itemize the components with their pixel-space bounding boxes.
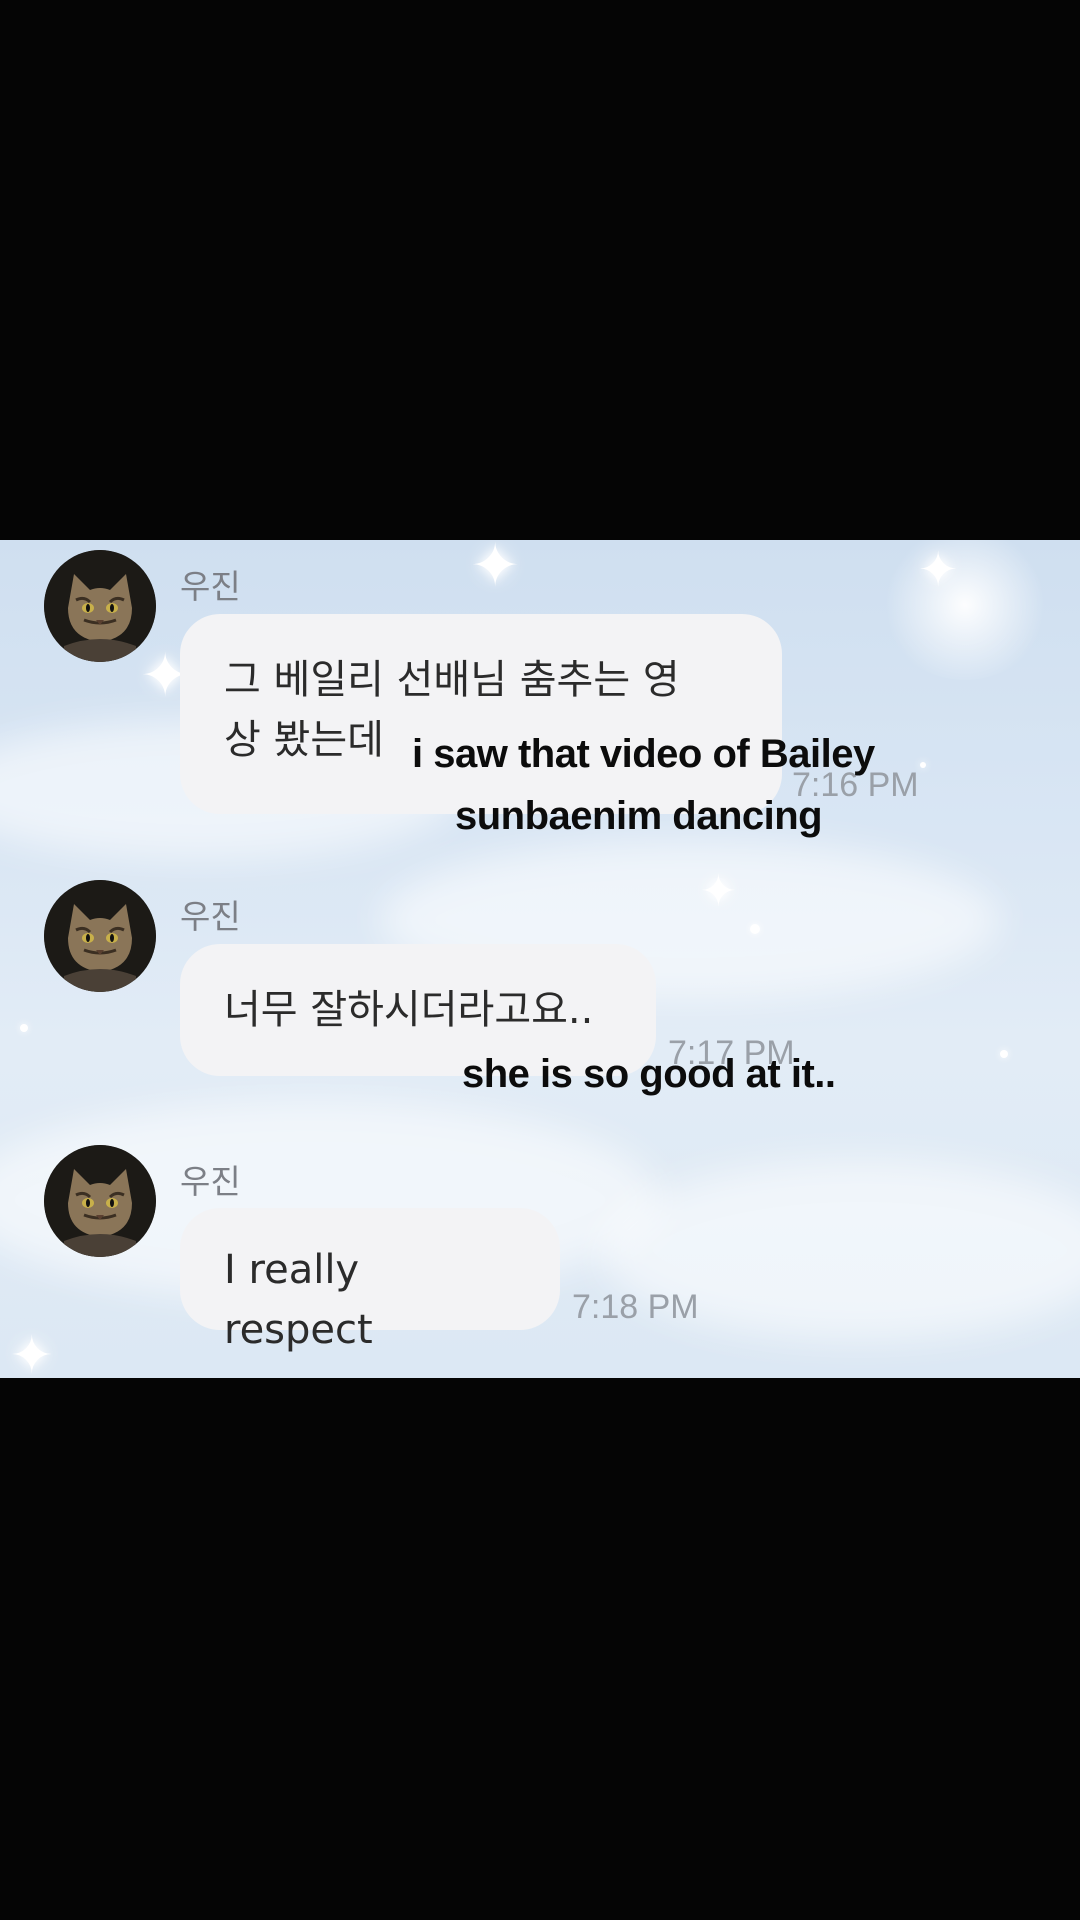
message-text-line: 그 베일리 선배님 춤추는 영: [224, 657, 680, 703]
sparkle-icon: ✦: [10, 1326, 54, 1378]
subtitle-caption: i saw that video of Bailey: [412, 732, 875, 776]
sparkle-dot: [920, 762, 926, 768]
message-bubble[interactable]: I really respect: [180, 1208, 560, 1353]
sender-name: 우진: [180, 1162, 241, 1201]
cat-avatar-icon[interactable]: [44, 880, 156, 992]
cat-avatar-icon[interactable]: [44, 550, 156, 662]
subtitle-caption: sunbaenim dancing: [455, 794, 823, 838]
sparkle-dot: [20, 1024, 28, 1032]
message-timestamp: 7:18 PM: [572, 1288, 699, 1326]
background-glow: [880, 540, 1050, 680]
cat-avatar-icon[interactable]: [44, 1145, 156, 1257]
sparkle-icon: ✦: [918, 542, 959, 598]
sparkle-icon: ✦: [700, 866, 737, 917]
message-text: 너무 잘하시더라고요..: [224, 987, 594, 1033]
chat-screenshot: ✦ ✦ ✦ ✦ ✦ 우진 그 베일리 선배님 춤추는 영 상 봤는데 7:16 …: [0, 540, 1080, 1378]
message-bubble[interactable]: 그 베일리 선배님 춤추는 영 상 봤는데: [180, 614, 782, 814]
sparkle-dot: [1000, 1050, 1008, 1058]
sender-name: 우진: [180, 897, 241, 936]
sparkle-icon: ✦: [470, 540, 521, 601]
sparkle-dot: [750, 924, 760, 934]
sender-name: 우진: [180, 567, 241, 606]
subtitle-caption: she is so good at it..: [462, 1052, 836, 1096]
message-text: I really respect: [224, 1247, 373, 1353]
